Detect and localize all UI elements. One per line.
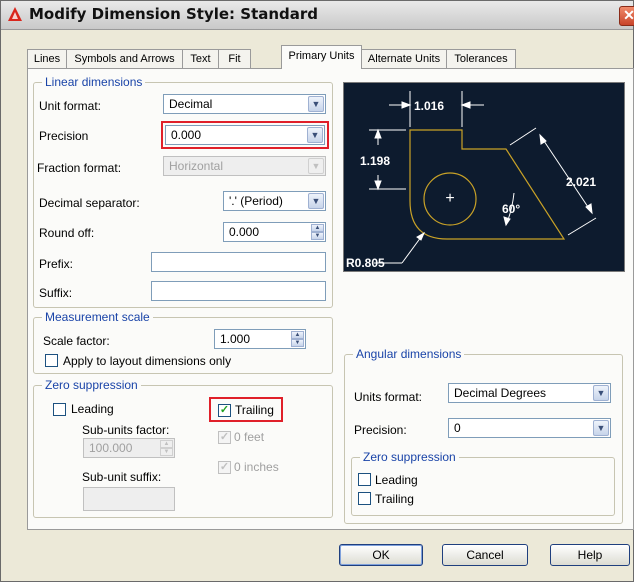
preview-dim-top: 1.016 (414, 99, 444, 113)
precision-label: Precision (39, 129, 89, 143)
fraction-format-value: Horizontal (169, 159, 224, 173)
round-off-value: 0.000 (229, 225, 260, 239)
tab-fit[interactable]: Fit (218, 49, 251, 68)
round-off-spinner[interactable]: 0.000 ▲ ▼ (223, 222, 326, 242)
unit-format-value: Decimal (169, 97, 213, 111)
spin-down-icon: ▼ (160, 448, 173, 456)
chevron-down-icon[interactable]: ▼ (593, 420, 609, 436)
preview-drawing: + 1.016 1.198 2.021 60° R0.805 (346, 91, 596, 270)
dialog-window: Modify Dimension Style: Standard ✕ Lines… (0, 0, 634, 582)
preview-part-outline (409, 129, 566, 240)
leading-checkbox[interactable] (53, 403, 66, 416)
autocad-a-icon (8, 7, 22, 21)
angular-trailing-checkbox[interactable] (358, 492, 371, 505)
spin-down-icon[interactable]: ▼ (291, 339, 304, 347)
sub-unit-suffix-label: Sub-unit suffix: (82, 470, 162, 484)
round-off-label: Round off: (39, 226, 95, 240)
angular-precision-label: Precision: (354, 423, 407, 437)
unit-format-dropdown[interactable]: Decimal ▼ (163, 94, 326, 114)
angular-leading-label: Leading (375, 473, 418, 487)
angular-precision-dropdown[interactable]: 0 ▼ (448, 418, 611, 438)
preview-radius: R0.805 (346, 256, 385, 270)
title-bar[interactable]: Modify Dimension Style: Standard ✕ (1, 1, 634, 30)
tab-tolerances[interactable]: Tolerances (446, 49, 516, 68)
suffix-label: Suffix: (39, 286, 73, 300)
chevron-down-icon[interactable]: ▼ (593, 385, 609, 401)
prefix-input[interactable] (151, 252, 326, 272)
preview-center-mark: + (445, 190, 454, 207)
linear-dimensions-title: Linear dimensions (42, 75, 146, 89)
apply-layout-label: Apply to layout dimensions only (63, 354, 232, 368)
zero-inches-checkbox: ✓ (218, 461, 231, 474)
spin-up-icon[interactable]: ▲ (291, 331, 304, 339)
spin-up-icon: ▲ (160, 440, 173, 448)
decimal-separator-label: Decimal separator: (39, 196, 140, 210)
zero-feet-label: 0 feet (234, 430, 265, 444)
decimal-separator-dropdown[interactable]: '.' (Period) ▼ (223, 191, 326, 211)
zero-feet-checkbox: ✓ (218, 431, 231, 444)
precision-dropdown[interactable]: 0.000 ▼ (165, 125, 325, 145)
close-button[interactable]: ✕ (619, 6, 634, 26)
prefix-label: Prefix: (39, 257, 74, 271)
angular-units-format-label: Units format: (354, 390, 423, 404)
decimal-separator-value: '.' (Period) (229, 194, 283, 208)
window-title: Modify Dimension Style: Standard (29, 5, 319, 23)
preview-angle: 60° (502, 202, 520, 216)
spinner-buttons: ▲ ▼ (160, 440, 173, 456)
zero-suppression-title: Zero suppression (42, 378, 141, 392)
sub-unit-suffix-input (83, 487, 175, 511)
spinner-buttons[interactable]: ▲ ▼ (291, 331, 304, 347)
leading-label: Leading (71, 402, 114, 416)
ok-button[interactable]: OK (339, 544, 423, 566)
angular-units-format-value: Decimal Degrees (454, 386, 547, 400)
chevron-down-icon[interactable]: ▼ (308, 96, 324, 112)
fraction-format-dropdown: Horizontal ▼ (163, 156, 326, 176)
scale-factor-label: Scale factor: (43, 334, 110, 348)
tab-primary-units[interactable]: Primary Units (281, 45, 362, 69)
preview-dim-right: 2.021 (566, 175, 596, 189)
trailing-label: Trailing (235, 403, 274, 417)
measurement-scale-title: Measurement scale (42, 310, 153, 324)
sub-units-factor-label: Sub-units factor: (82, 423, 170, 437)
tab-lines[interactable]: Lines (27, 49, 67, 68)
sub-units-factor-value: 100.000 (89, 441, 133, 455)
precision-value: 0.000 (171, 128, 202, 142)
unit-format-label: Unit format: (39, 99, 102, 113)
angular-units-format-dropdown[interactable]: Decimal Degrees ▼ (448, 383, 611, 403)
chevron-down-icon[interactable]: ▼ (308, 193, 324, 209)
sub-units-factor-spinner: 100.000 ▲ ▼ (83, 438, 175, 458)
spin-up-icon[interactable]: ▲ (311, 224, 324, 232)
angular-precision-value: 0 (454, 421, 461, 435)
tab-alternate-units[interactable]: Alternate Units (361, 49, 447, 68)
apply-layout-checkbox[interactable] (45, 354, 58, 367)
trailing-checkbox[interactable]: ✓ (218, 404, 231, 417)
scale-factor-value: 1.000 (220, 332, 251, 346)
dimension-preview: + 1.016 1.198 2.021 60° R0.805 (343, 82, 625, 272)
preview-dim-left: 1.198 (360, 154, 390, 168)
angular-trailing-label: Trailing (375, 492, 414, 506)
angular-zero-suppression-title: Zero suppression (360, 450, 459, 464)
tab-text[interactable]: Text (182, 49, 219, 68)
chevron-down-icon: ▼ (308, 158, 324, 174)
chevron-down-icon[interactable]: ▼ (307, 127, 323, 143)
suffix-input[interactable] (151, 281, 326, 301)
spinner-buttons[interactable]: ▲ ▼ (311, 224, 324, 240)
help-button[interactable]: Help (550, 544, 630, 566)
close-icon: ✕ (623, 7, 634, 23)
spin-down-icon[interactable]: ▼ (311, 232, 324, 240)
zero-inches-label: 0 inches (234, 460, 279, 474)
cancel-button[interactable]: Cancel (442, 544, 528, 566)
angular-dimensions-title: Angular dimensions (353, 347, 465, 361)
scale-factor-spinner[interactable]: 1.000 ▲ ▼ (214, 329, 306, 349)
tab-symbols-and-arrows[interactable]: Symbols and Arrows (66, 49, 183, 68)
angular-leading-checkbox[interactable] (358, 473, 371, 486)
fraction-format-label: Fraction format: (37, 161, 122, 175)
